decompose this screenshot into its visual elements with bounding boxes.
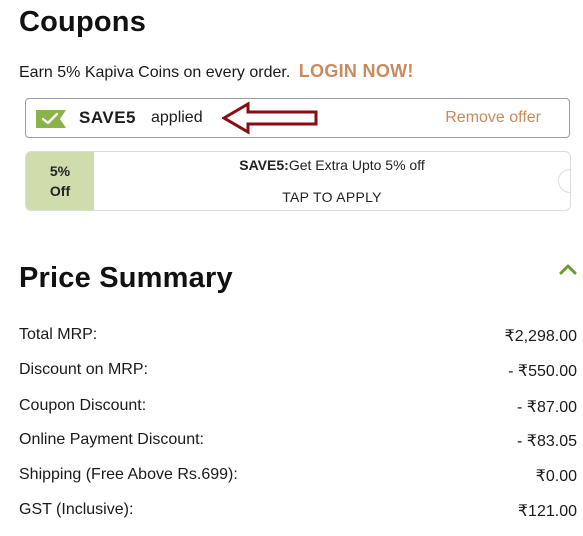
price-summary-title: Price Summary — [19, 262, 233, 294]
earn-coins-text: Earn 5% Kapiva Coins on every order. LOG… — [19, 61, 414, 82]
price-row-value: ₹121.00 — [517, 503, 577, 520]
price-row-discount-mrp: Discount on MRP: - ₹550.00 — [19, 361, 577, 383]
price-row-gst: GST (Inclusive): ₹121.00 — [19, 501, 577, 523]
coupon-card[interactable]: 5% Off SAVE5:Get Extra Upto 5% off TAP T… — [25, 151, 571, 211]
price-row-value: ₹0.00 — [535, 468, 577, 485]
price-row-total-mrp: Total MRP: ₹2,298.00 — [19, 326, 577, 348]
coupon-code: SAVE5: — [239, 157, 289, 173]
price-row-value: - ₹87.00 — [517, 399, 577, 416]
applied-coupon-box: SAVE5 applied Remove offer — [25, 98, 570, 138]
applied-coupon-code: SAVE5 — [79, 108, 136, 127]
remove-offer-button[interactable]: Remove offer — [445, 109, 541, 127]
price-row-label: GST (Inclusive): — [19, 501, 134, 518]
price-row-shipping: Shipping (Free Above Rs.699): ₹0.00 — [19, 466, 577, 488]
check-icon — [36, 110, 66, 128]
badge-percent: 5% — [49, 163, 71, 179]
price-row-value: - ₹83.05 — [517, 433, 577, 450]
chevron-up-icon[interactable] — [557, 262, 579, 276]
earn-coins-label: Earn 5% Kapiva Coins on every order. — [19, 64, 291, 81]
left-arrow-icon — [222, 101, 318, 135]
applied-status: applied — [151, 109, 203, 126]
price-row-coupon-discount: Coupon Discount: - ₹87.00 — [19, 397, 577, 419]
price-row-label: Online Payment Discount: — [19, 431, 204, 448]
price-row-label: Coupon Discount: — [19, 397, 147, 414]
price-row-label: Discount on MRP: — [19, 361, 148, 378]
coupon-description: SAVE5:Get Extra Upto 5% off — [94, 157, 570, 173]
price-row-online-payment-discount: Online Payment Discount: - ₹83.05 — [19, 431, 577, 453]
price-row-value: ₹2,298.00 — [504, 328, 577, 345]
price-row-value: - ₹550.00 — [508, 363, 577, 380]
login-now-link[interactable]: LOGIN NOW! — [299, 61, 414, 81]
discount-badge: 5% Off — [26, 152, 94, 210]
price-row-label: Shipping (Free Above Rs.699): — [19, 466, 238, 483]
tap-to-apply-button[interactable]: TAP TO APPLY — [94, 189, 570, 205]
price-row-label: Total MRP: — [19, 326, 98, 343]
badge-off: Off — [49, 183, 71, 199]
coupon-offer-text: Get Extra Upto 5% off — [288, 157, 425, 173]
coupons-title: Coupons — [19, 6, 147, 38]
